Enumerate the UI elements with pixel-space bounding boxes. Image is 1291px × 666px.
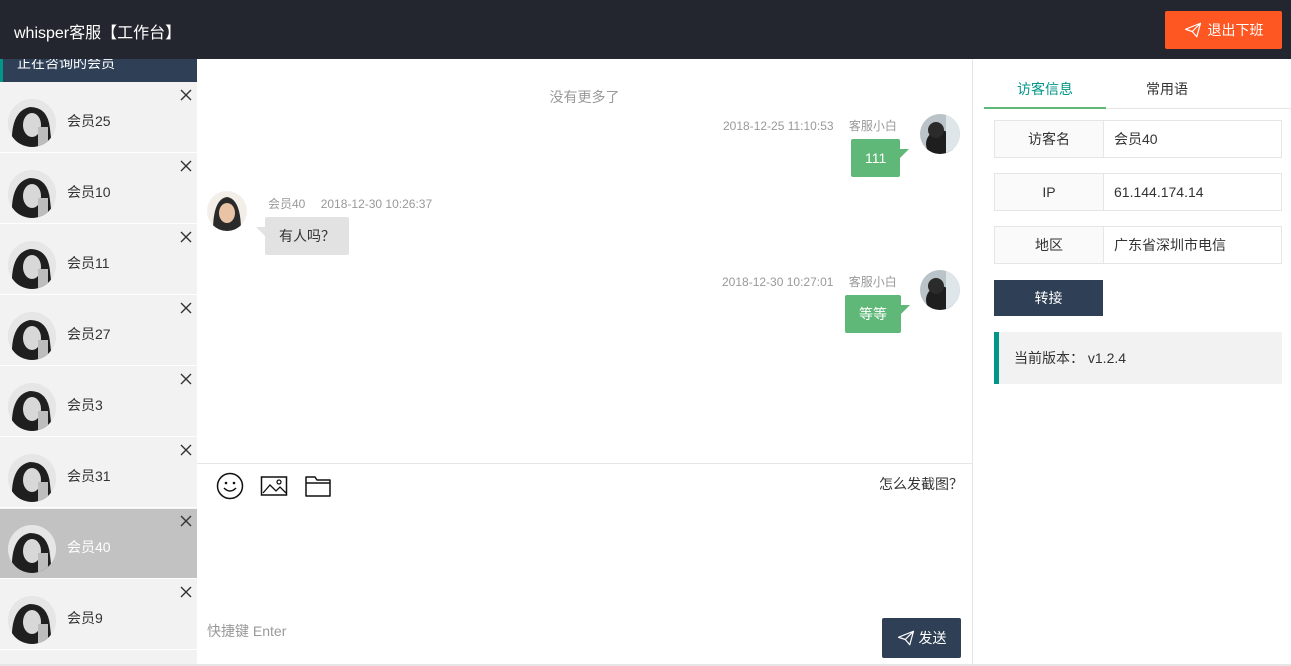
info-value: 会员40	[1114, 131, 1158, 147]
sidebar-heading: 正在咨询的会员	[0, 59, 197, 82]
message-meta: 2018-12-30 10:27:01 客服小白	[722, 273, 897, 290]
version-value: v1.2.4	[1087, 350, 1127, 366]
send-label: 发送	[918, 630, 947, 646]
message-sender: 客服小白	[848, 275, 897, 289]
close-icon[interactable]	[180, 159, 192, 172]
avatar	[8, 170, 56, 218]
message-composer: 怎么发截图？ 快捷键 Enter 发送	[197, 463, 972, 664]
close-icon[interactable]	[180, 585, 192, 598]
logout-button[interactable]: 退出下班	[1165, 11, 1282, 49]
chat-panel: 没有更多了 2018-12-25 11:10:53 客服小白 111 会员40 …	[197, 59, 972, 664]
info-key: IP	[995, 174, 1104, 210]
avatar	[8, 454, 56, 502]
session-name: 会员10	[67, 184, 111, 200]
agent-avatar	[920, 114, 960, 154]
session-item[interactable]: 会员27	[0, 296, 197, 366]
transfer-button[interactable]: 转接	[994, 280, 1103, 316]
message-time: 2018-12-30 10:26:37	[320, 197, 433, 211]
message-sender: 会员40	[268, 197, 306, 211]
session-item[interactable]: 会员3	[0, 367, 197, 437]
session-item[interactable]: 会员10	[0, 154, 197, 224]
close-icon[interactable]	[180, 301, 192, 314]
session-name: 会员11	[67, 255, 110, 271]
info-key: 地区	[995, 227, 1104, 263]
session-item[interactable]: 会员9	[0, 580, 197, 650]
message-meta: 会员40 2018-12-30 10:26:37	[268, 195, 432, 212]
avatar	[8, 312, 56, 360]
message-bubble: 111	[851, 139, 910, 177]
visitor-avatar	[207, 191, 247, 231]
message-meta: 2018-12-25 11:10:53 客服小白	[723, 117, 897, 134]
session-item[interactable]: 会员31	[0, 438, 197, 508]
close-icon[interactable]	[180, 88, 192, 101]
session-name: 会员25	[67, 113, 111, 129]
session-name: 会员3	[67, 397, 103, 413]
message-sender: 客服小白	[848, 119, 897, 133]
close-icon[interactable]	[180, 514, 192, 527]
message-time: 2018-12-30 10:27:01	[722, 275, 834, 289]
paper-plane-icon	[1184, 22, 1201, 38]
sidebar-heading-label: 正在咨询的会员	[17, 59, 115, 71]
avatar	[8, 596, 56, 644]
message-time: 2018-12-25 11:10:53	[723, 119, 834, 133]
session-name: 会员9	[67, 610, 103, 626]
message-bubble: 有人吗？	[256, 217, 349, 255]
session-item[interactable]: 会员40	[0, 509, 197, 579]
session-name: 会员27	[67, 326, 111, 342]
message-input[interactable]	[207, 514, 962, 614]
info-key: 访客名	[995, 121, 1104, 157]
image-icon[interactable]	[260, 472, 288, 500]
info-row-ip: IP 61.144.174.14	[994, 173, 1282, 211]
paper-plane-icon	[897, 630, 914, 646]
close-icon[interactable]	[180, 443, 192, 456]
info-row-region: 地区 广东省深圳市电信	[994, 226, 1282, 264]
session-sidebar: 正在咨询的会员 会员25 会员10 会员11 会员27 会员3 会员31 会员40 会员9	[0, 59, 197, 664]
tab-visitor-info[interactable]: 访客信息	[984, 69, 1106, 109]
send-button[interactable]: 发送	[882, 618, 961, 658]
folder-icon[interactable]	[304, 472, 332, 500]
top-header: whisper客服【工作台】 退出下班	[0, 0, 1291, 59]
info-value: 广东省深圳市电信	[1114, 237, 1226, 253]
shortcut-hint: 快捷键 Enter	[207, 623, 287, 639]
info-row-visitor-name: 访客名 会员40	[994, 120, 1282, 158]
tab-common-phrases[interactable]: 常用语	[1106, 69, 1228, 109]
avatar	[8, 99, 56, 147]
close-icon[interactable]	[180, 230, 192, 243]
app-title: whisper客服【工作台】	[14, 25, 182, 42]
session-item[interactable]: 会员25	[0, 83, 197, 153]
version-label: 当前版本：	[1014, 350, 1084, 366]
avatar	[8, 241, 56, 289]
no-more-text[interactable]: 没有更多了	[197, 87, 972, 107]
info-value: 61.144.174.14	[1114, 184, 1204, 200]
smiley-icon[interactable]	[216, 472, 244, 500]
session-item[interactable]: 会员11	[0, 225, 197, 295]
logout-label: 退出下班	[1207, 22, 1264, 38]
avatar	[8, 383, 56, 431]
session-name: 会员40	[67, 539, 111, 555]
visitor-panel: 访客信息 常用语 访客名 会员40 IP 61.144.174.14 地区 广东…	[972, 59, 1291, 664]
screenshot-help-link[interactable]: 怎么发截图？	[879, 474, 963, 494]
session-name: 会员31	[67, 468, 111, 484]
version-info: 当前版本： v1.2.4	[994, 332, 1282, 384]
avatar	[8, 525, 56, 573]
close-icon[interactable]	[180, 372, 192, 385]
agent-avatar	[920, 270, 960, 310]
message-bubble: 等等	[845, 295, 910, 333]
panel-tabs: 访客信息 常用语	[984, 69, 1291, 109]
